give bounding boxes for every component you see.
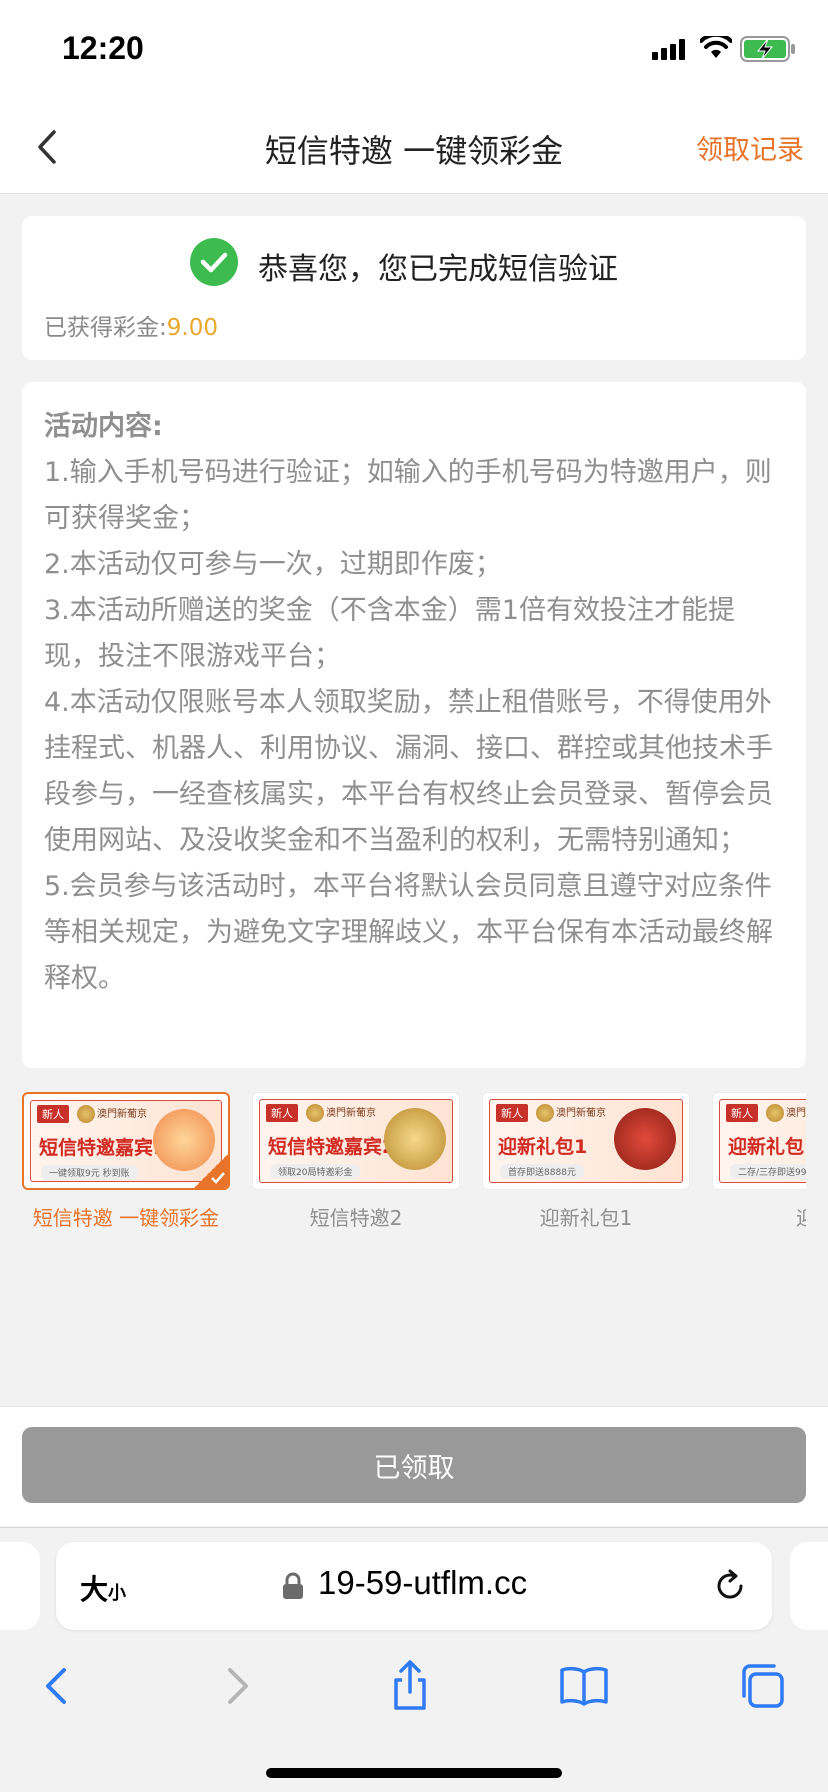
status-bar: 12:20: [0, 0, 828, 100]
promo-banner-welcome-pack-2[interactable]: 新人 澳門新葡京 迎新礼包 二存/三存即送999 迎新: [712, 1092, 806, 1231]
banner-brand: 澳門新葡京: [97, 1109, 147, 1120]
claimed-button[interactable]: 已领取: [22, 1427, 806, 1503]
earned-label: 已获得彩金:: [44, 315, 167, 341]
banner-label: 迎新: [712, 1202, 806, 1231]
status-time: 12:20: [62, 30, 144, 66]
claim-record-link[interactable]: 领取记录: [696, 128, 804, 167]
rule-item: 4.本活动仅限账号本人领取奖励，禁止租借账号，不得使用外挂程式、机器人、利用协议…: [44, 687, 773, 856]
text-size-large: 大: [80, 1573, 109, 1606]
promo-banner-sms-invite-2[interactable]: 新人 澳門新葡京 短信特邀嘉宾2 领取20局特邀彩金 短信特邀2: [252, 1092, 460, 1231]
next-tab-preview[interactable]: [790, 1542, 828, 1630]
rule-item: 1.输入手机号码进行验证；如输入的手机号码为特邀用户，则可获得奖金；: [44, 457, 772, 534]
football-player-decor-icon: [614, 1108, 676, 1170]
banner-heading: 迎新礼包: [728, 1136, 805, 1158]
navigation-bar: 短信特邀 一键领彩金 领取记录: [0, 100, 828, 194]
banner-subtitle: 二存/三存即送999: [730, 1164, 806, 1179]
earned-bonus: 已获得彩金:9.00: [44, 308, 218, 342]
promo-banner-image: 新人 澳門新葡京 短信特邀嘉宾1 一键领取9元 秒到账: [22, 1092, 230, 1190]
lock-icon: [283, 1572, 303, 1599]
banner-label: 迎新礼包1: [539, 1206, 633, 1230]
new-user-badge: 新人: [496, 1104, 528, 1122]
golden-dome-decor-icon: [384, 1108, 446, 1170]
rules-title: 活动内容:: [44, 411, 163, 442]
wifi-icon: [700, 36, 732, 58]
brand-logo-icon: [306, 1104, 324, 1122]
brand-logo-icon: [536, 1104, 554, 1122]
share-icon[interactable]: [380, 1656, 440, 1716]
tabs-icon[interactable]: [732, 1656, 792, 1716]
selected-check-icon: [194, 1154, 228, 1188]
earned-amount: 9.00: [166, 315, 218, 341]
text-size-button[interactable]: 大小: [80, 1568, 126, 1608]
bottom-action-bar: 已领取: [0, 1406, 828, 1526]
new-user-badge: 新人: [726, 1104, 758, 1122]
promo-banner-sms-invite-1[interactable]: 新人 澳門新葡京 短信特邀嘉宾1 一键领取9元 秒到账 短信特邀 一键领彩金: [22, 1092, 230, 1231]
banner-subtitle: 领取20局特邀彩金: [270, 1164, 361, 1179]
text-size-small: 小: [108, 1583, 127, 1604]
success-check-icon: [190, 238, 238, 286]
rule-item: 3.本活动所赠送的奖金（不含本金）需1倍有效投注才能提现，投注不限游戏平台；: [44, 595, 735, 672]
success-message: 恭喜您，您已完成短信验证: [258, 252, 618, 287]
promo-banner-image: 新人 澳門新葡京 迎新礼包1 首存即送8888元: [482, 1092, 690, 1190]
browser-back-icon[interactable]: [28, 1656, 88, 1716]
banner-heading: 短信特邀嘉宾1: [39, 1137, 167, 1159]
promo-banner-carousel: 新人 澳門新葡京 短信特邀嘉宾1 一键领取9元 秒到账 短信特邀 一键领彩金 新…: [22, 1092, 806, 1232]
brand-logo-icon: [77, 1105, 95, 1123]
brand-logo-icon: [766, 1104, 784, 1122]
browser-forward-icon[interactable]: [206, 1656, 266, 1716]
cellular-signal-icon: [652, 39, 685, 60]
banner-heading: 短信特邀嘉宾2: [268, 1136, 396, 1158]
banner-label: 短信特邀2: [309, 1206, 403, 1230]
banner-heading: 迎新礼包1: [498, 1136, 588, 1158]
bookmarks-icon[interactable]: [554, 1656, 614, 1716]
banner-brand: 澳門新葡京: [326, 1108, 376, 1119]
address-bar[interactable]: 大小 19-59-utflm.cc: [56, 1542, 772, 1630]
banner-brand: 澳門新葡京: [556, 1108, 606, 1119]
url-text: 19-59-utflm.cc: [318, 1564, 528, 1601]
battery-charging-icon: [740, 36, 795, 62]
verification-success-card: 恭喜您，您已完成短信验证 已获得彩金:9.00: [22, 216, 806, 360]
promo-banner-image: 新人 澳門新葡京 迎新礼包 二存/三存即送999: [712, 1092, 806, 1190]
banner-subtitle: 首存即送8888元: [500, 1164, 584, 1179]
banner-label: 短信特邀 一键领彩金: [32, 1206, 220, 1230]
new-user-badge: 新人: [37, 1105, 69, 1123]
browser-chrome: 大小 19-59-utflm.cc: [0, 1527, 828, 1792]
promo-banner-image: 新人 澳門新葡京 短信特邀嘉宾2 领取20局特邀彩金: [252, 1092, 460, 1190]
home-indicator: [266, 1768, 562, 1778]
promo-banner-welcome-pack-1[interactable]: 新人 澳門新葡京 迎新礼包1 首存即送8888元 迎新礼包1: [482, 1092, 690, 1231]
activity-rules-card: 活动内容: 1.输入手机号码进行验证；如输入的手机号码为特邀用户，则可获得奖金；…: [22, 382, 806, 1068]
rule-item: 5.会员参与该活动时，本平台将默认会员同意且遵守对应条件等相关规定，为避免文字理…: [44, 871, 773, 994]
banner-brand: 澳門新葡京: [786, 1108, 806, 1119]
banner-subtitle: 一键领取9元 秒到账: [41, 1165, 138, 1180]
new-user-badge: 新人: [266, 1104, 298, 1122]
reload-icon[interactable]: [710, 1566, 750, 1606]
previous-tab-preview[interactable]: [0, 1542, 40, 1630]
rule-item: 2.本活动仅可参与一次，过期即作废；: [44, 549, 502, 580]
